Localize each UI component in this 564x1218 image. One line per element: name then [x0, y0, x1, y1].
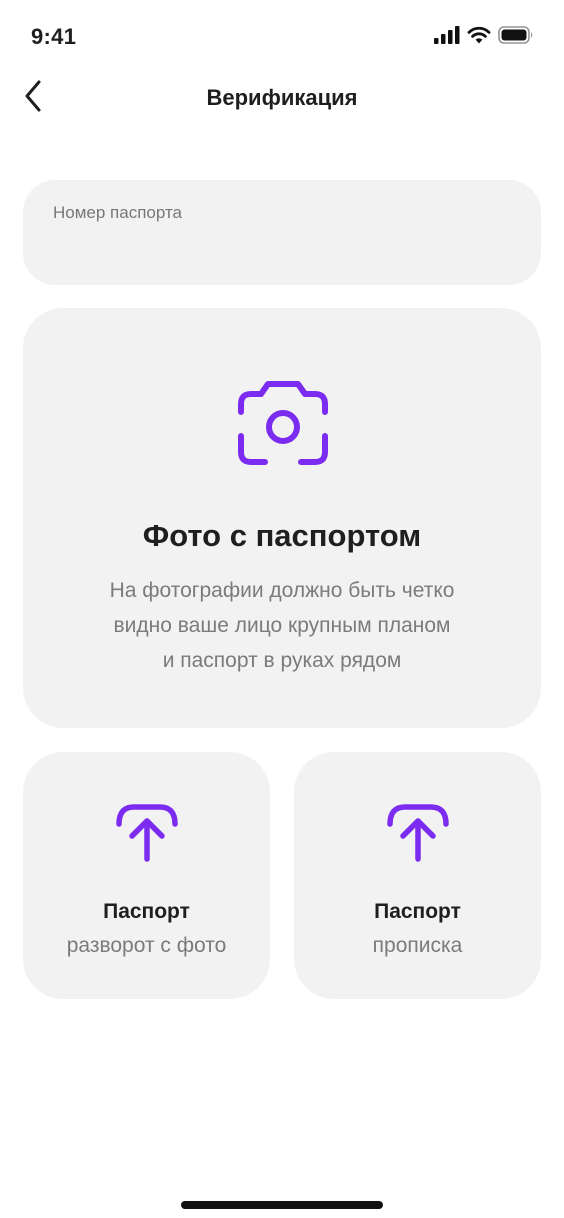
nav-header: Верификация [0, 70, 564, 130]
passport-number-input[interactable] [53, 232, 511, 266]
upload-card-title: Паспорт [374, 900, 461, 923]
verification-screen: 9:41 Верификация Номер паспорта Фото с п… [0, 0, 564, 1218]
home-indicator [181, 1201, 383, 1209]
passport-photo-page-upload[interactable]: Паспорт разворот с фото [23, 752, 270, 999]
photo-card-description-line: и паспорт в руках рядом [162, 649, 402, 672]
photo-card-title: Фото с паспортом [142, 518, 422, 553]
status-icons [434, 26, 534, 44]
photo-card-description: На фотографии должно быть четко видно ва… [63, 573, 501, 678]
camera-icon [237, 378, 329, 470]
status-time: 9:41 [31, 24, 77, 49]
photo-card-description-line: видно ваше лицо крупным планом [113, 614, 451, 637]
wifi-icon [467, 26, 491, 44]
photo-card-description-line: На фотографии должно быть четко [109, 579, 455, 602]
passport-registration-upload[interactable]: Паспорт прописка [294, 752, 541, 999]
upload-card-title: Паспорт [103, 900, 190, 923]
upload-card-subtitle: прописка [372, 934, 463, 957]
photo-with-passport-card[interactable]: Фото с паспортом На фотографии должно бы… [23, 308, 541, 728]
signal-icon [434, 26, 460, 44]
passport-number-label: Номер паспорта [53, 203, 183, 222]
status-bar: 9:41 [0, 0, 564, 70]
upload-icon [385, 798, 451, 864]
battery-icon [498, 26, 534, 44]
upload-card-subtitle: разворот с фото [66, 934, 227, 957]
passport-number-field[interactable]: Номер паспорта [23, 180, 541, 285]
upload-icon [114, 798, 180, 864]
page-title: Верификация [206, 85, 358, 110]
